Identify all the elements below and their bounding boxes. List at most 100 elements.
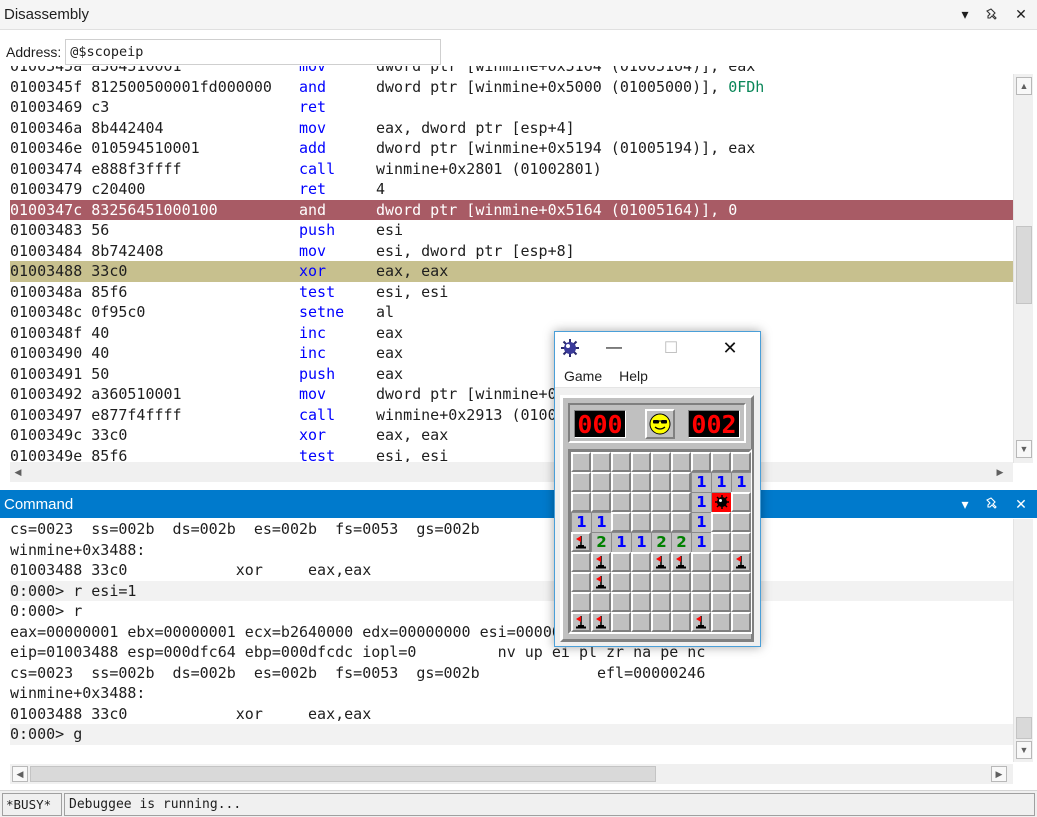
number-cell[interactable]: 1 <box>571 512 591 532</box>
disassembly-line[interactable]: 0100349e 85f6 test esi, esi <box>10 446 1013 464</box>
scroll-right-arrow-icon[interactable]: ▶ <box>991 766 1007 782</box>
scroll-thumb[interactable] <box>1016 717 1032 739</box>
number-cell[interactable]: 1 <box>611 532 631 552</box>
number-cell[interactable]: 1 <box>691 492 711 512</box>
covered-cell[interactable] <box>591 592 611 612</box>
covered-cell[interactable] <box>711 552 731 572</box>
disassembly-line[interactable]: 0100348f 40 inc eax <box>10 323 1013 344</box>
disassembly-horizontal-scrollbar[interactable]: ◀ ▶ <box>10 462 1013 482</box>
disassembly-line[interactable]: 0100348c 0f95c0 setne al <box>10 302 1013 323</box>
covered-cell[interactable] <box>611 512 631 532</box>
number-cell[interactable]: 2 <box>651 532 671 552</box>
covered-cell[interactable] <box>711 612 731 632</box>
exploded-mine-cell[interactable] <box>711 492 731 512</box>
number-cell[interactable]: 1 <box>711 472 731 492</box>
pane-menu-dropdown-icon[interactable]: ▾ <box>953 3 977 27</box>
scroll-thumb[interactable] <box>1016 226 1032 304</box>
menu-game[interactable]: Game <box>564 368 602 384</box>
covered-cell[interactable] <box>731 572 751 592</box>
covered-cell[interactable] <box>631 492 651 512</box>
covered-cell[interactable] <box>651 572 671 592</box>
disassembly-line[interactable]: 01003483 56 push esi <box>10 220 1013 241</box>
disassembly-line[interactable]: 01003492 a360510001 mov dword ptr [winmine… <box>10 384 1013 405</box>
close-icon[interactable]: ✕ <box>1009 3 1033 27</box>
minimize-button[interactable]: — <box>593 332 635 364</box>
disassembly-line[interactable]: 01003479 c20400 ret 4 <box>10 179 1013 200</box>
covered-cell[interactable] <box>651 452 671 472</box>
covered-cell[interactable] <box>591 452 611 472</box>
covered-cell[interactable] <box>631 552 651 572</box>
close-icon[interactable]: ✕ <box>1009 492 1033 516</box>
number-cell[interactable]: 1 <box>691 532 711 552</box>
number-cell[interactable]: 1 <box>691 472 711 492</box>
flagged-cell[interactable] <box>571 532 591 552</box>
disassembly-line[interactable]: 01003490 40 inc eax <box>10 343 1013 364</box>
command-output[interactable]: cs=0023 ss=002b ds=002b es=002b fs=0053 … <box>10 519 1013 747</box>
flagged-cell[interactable] <box>591 612 611 632</box>
flagged-cell[interactable] <box>591 552 611 572</box>
covered-cell[interactable] <box>631 452 651 472</box>
covered-cell[interactable] <box>631 592 651 612</box>
covered-cell[interactable] <box>711 452 731 472</box>
disassembly-line[interactable]: 0100345a a364510001 mov dword ptr [winmine… <box>10 66 1013 77</box>
covered-cell[interactable] <box>691 592 711 612</box>
minesweeper-titlebar[interactable]: — ☐ ✕ <box>555 332 760 364</box>
close-button[interactable]: ✕ <box>709 332 751 364</box>
covered-cell[interactable] <box>711 512 731 532</box>
covered-cell[interactable] <box>611 552 631 572</box>
address-input[interactable] <box>65 39 442 65</box>
menu-help[interactable]: Help <box>619 368 648 384</box>
covered-cell[interactable] <box>631 612 651 632</box>
disassembly-line[interactable]: 01003474 e888f3ffff call winmine+0x2801 (0… <box>10 159 1013 180</box>
disassembly-line[interactable]: 0100349c 33c0 xor eax, eax <box>10 425 1013 446</box>
pane-menu-dropdown-icon[interactable]: ▾ <box>953 492 977 516</box>
flagged-cell[interactable] <box>691 612 711 632</box>
command-horizontal-scrollbar[interactable]: ◀ ▶ <box>10 764 1013 784</box>
scroll-down-arrow-icon[interactable]: ▼ <box>1016 440 1032 458</box>
covered-cell[interactable] <box>591 472 611 492</box>
flagged-cell[interactable] <box>651 552 671 572</box>
covered-cell[interactable] <box>731 492 751 512</box>
disassembly-line[interactable]: 01003469 c3 ret <box>10 97 1013 118</box>
covered-cell[interactable] <box>671 452 691 472</box>
covered-cell[interactable] <box>651 612 671 632</box>
covered-cell[interactable] <box>611 492 631 512</box>
number-cell[interactable]: 1 <box>691 512 711 532</box>
covered-cell[interactable] <box>571 592 591 612</box>
flagged-cell[interactable] <box>571 612 591 632</box>
flagged-cell[interactable] <box>591 572 611 592</box>
covered-cell[interactable] <box>631 572 651 592</box>
covered-cell[interactable] <box>671 472 691 492</box>
covered-cell[interactable] <box>671 592 691 612</box>
disassembly-line[interactable]: 0100345f 812500500001fd000000 and dword pt… <box>10 77 1013 98</box>
scroll-down-arrow-icon[interactable]: ▼ <box>1016 741 1032 759</box>
disassembly-line[interactable]: 01003484 8b742408 mov esi, dword ptr [esp+… <box>10 241 1013 262</box>
covered-cell[interactable] <box>611 572 631 592</box>
covered-cell[interactable] <box>691 452 711 472</box>
scroll-left-arrow-icon[interactable]: ◀ <box>12 766 28 782</box>
covered-cell[interactable] <box>571 572 591 592</box>
disassembly-line[interactable]: 01003491 50 push eax <box>10 364 1013 385</box>
pin-icon[interactable] <box>981 492 1005 516</box>
disassembly-line[interactable]: 0100346e 010594510001 add dword ptr [winmi… <box>10 138 1013 159</box>
covered-cell[interactable] <box>691 572 711 592</box>
flagged-cell[interactable] <box>671 552 691 572</box>
covered-cell[interactable] <box>651 492 671 512</box>
covered-cell[interactable] <box>691 552 711 572</box>
disassembly-line[interactable]: 0100346a 8b442404 mov eax, dword ptr [esp+… <box>10 118 1013 139</box>
covered-cell[interactable] <box>731 452 751 472</box>
scroll-left-arrow-icon[interactable]: ◀ <box>10 464 26 480</box>
flagged-cell[interactable] <box>731 552 751 572</box>
maximize-button[interactable]: ☐ <box>650 332 692 364</box>
covered-cell[interactable] <box>571 472 591 492</box>
covered-cell[interactable] <box>651 512 671 532</box>
number-cell[interactable]: 1 <box>731 472 751 492</box>
covered-cell[interactable] <box>651 472 671 492</box>
covered-cell[interactable] <box>631 512 651 532</box>
covered-cell[interactable] <box>711 592 731 612</box>
number-cell[interactable]: 2 <box>671 532 691 552</box>
covered-cell[interactable] <box>611 612 631 632</box>
covered-cell[interactable] <box>611 452 631 472</box>
pin-icon[interactable] <box>981 3 1005 27</box>
disassembly-vertical-scrollbar[interactable]: ▲ ▼ <box>1013 74 1033 463</box>
